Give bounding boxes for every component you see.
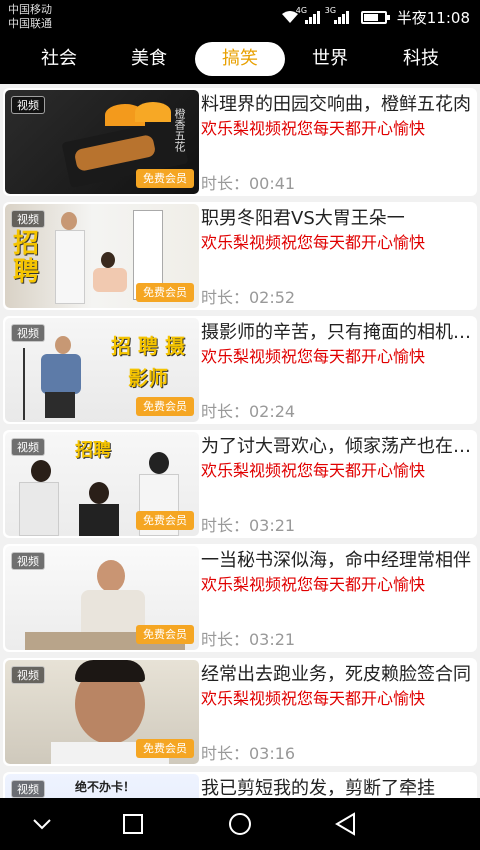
- video-title[interactable]: 为了讨大哥欢心，倾家荡产也在所不惜: [201, 434, 475, 460]
- person-head-shape: [97, 560, 125, 592]
- free-member-badge: 免费会员: [136, 169, 194, 188]
- video-duration: 时长：03:16: [201, 744, 296, 763]
- video-title[interactable]: 我已剪短我的发，剪断了牵挂: [201, 776, 475, 798]
- tab-society[interactable]: 社会: [14, 42, 104, 76]
- category-tabs: 社会 美食 搞笑 世界 科技: [0, 34, 480, 84]
- video-thumbnail[interactable]: 招聘 视频 免费会员: [5, 432, 199, 536]
- video-card[interactable]: 招 聘 摄影师 视频 免费会员 摄影师的辛苦，只有掩面的相机知道 欢乐梨视频祝您…: [3, 316, 477, 424]
- chevron-down-icon[interactable]: [22, 808, 62, 840]
- video-title[interactable]: 一当秘书深似海，命中经理常相伴: [201, 548, 475, 574]
- person-head-shape: [55, 336, 71, 354]
- person-body-shape: [19, 482, 59, 536]
- video-duration: 时长：03:21: [201, 630, 296, 649]
- clock: 半夜11:08: [396, 8, 470, 27]
- hair-shape: [75, 660, 145, 682]
- thumb-caption: 招聘: [13, 229, 40, 287]
- status-icons: 4G 3G 半夜11:08: [281, 6, 470, 27]
- free-member-badge: 免费会员: [136, 283, 194, 302]
- signal-icon-1: 4G: [296, 6, 320, 24]
- video-thumbnail[interactable]: 绝不办卡！ 视频: [5, 774, 199, 798]
- person-legs-shape: [45, 392, 75, 418]
- circle-home-icon[interactable]: [220, 808, 260, 840]
- video-thumbnail[interactable]: 招 聘 摄影师 视频 免费会员: [5, 318, 199, 422]
- battery-icon: [360, 10, 390, 24]
- video-tag: 视频: [11, 324, 45, 342]
- video-list[interactable]: 橙香五花 视频 免费会员 料理界的田园交响曲，橙鲜五花肉 欢乐梨视频祝您每天都开…: [0, 84, 480, 798]
- network-type-2: 3G: [324, 6, 337, 15]
- free-member-badge: 免费会员: [136, 625, 194, 644]
- tab-world[interactable]: 世界: [285, 42, 375, 76]
- person-body-shape: [41, 354, 81, 394]
- video-title[interactable]: 摄影师的辛苦，只有掩面的相机知道: [201, 320, 475, 346]
- carrier-2: 中国联通: [8, 17, 52, 30]
- video-subtitle: 欢乐梨视频祝您每天都开心愉快: [201, 119, 426, 138]
- video-title[interactable]: 料理界的田园交响曲，橙鲜五花肉: [201, 92, 475, 118]
- tab-food[interactable]: 美食: [104, 42, 194, 76]
- video-card[interactable]: 橙香五花 视频 免费会员 料理界的田园交响曲，橙鲜五花肉 欢乐梨视频祝您每天都开…: [3, 88, 477, 196]
- carrier-1: 中国移动: [8, 3, 52, 16]
- person-head-shape: [101, 252, 115, 268]
- video-subtitle: 欢乐梨视频祝您每天都开心愉快: [201, 233, 426, 252]
- status-bar: 中国移动 中国联通 4G 3G 半夜11:08: [0, 0, 480, 34]
- person-head-shape: [89, 482, 109, 504]
- system-nav-bar: [0, 798, 480, 850]
- video-card[interactable]: 招聘 视频 免费会员 职男冬阳君VS大胃王朵一 欢乐梨视频祝您每天都开心愉快 时…: [3, 202, 477, 310]
- free-member-badge: 免费会员: [136, 511, 194, 530]
- person-body-shape: [55, 230, 85, 304]
- video-tag: 视频: [11, 438, 45, 456]
- video-subtitle: 欢乐梨视频祝您每天都开心愉快: [201, 461, 426, 480]
- video-card[interactable]: 视频 免费会员 一当秘书深似海，命中经理常相伴 欢乐梨视频祝您每天都开心愉快 时…: [3, 544, 477, 652]
- video-title[interactable]: 职男冬阳君VS大胃王朵一: [201, 206, 475, 232]
- video-duration: 时长：00:41: [201, 174, 296, 193]
- video-duration: 时长：03:21: [201, 516, 296, 535]
- thumb-caption: 招 聘 摄影师: [111, 334, 185, 390]
- video-subtitle: 欢乐梨视频祝您每天都开心愉快: [201, 575, 426, 594]
- network-type-1: 4G: [295, 6, 308, 15]
- video-thumbnail[interactable]: 招聘 视频 免费会员: [5, 204, 199, 308]
- free-member-badge: 免费会员: [136, 739, 194, 758]
- person-head-shape: [61, 212, 77, 230]
- video-tag: 视频: [11, 780, 45, 798]
- person-head-shape: [31, 460, 51, 482]
- tab-tech[interactable]: 科技: [376, 42, 466, 76]
- video-thumbnail[interactable]: 视频 免费会员: [5, 660, 199, 764]
- video-tag: 视频: [11, 210, 45, 228]
- video-card[interactable]: 视频 免费会员 经常出去跑业务，死皮赖脸签合同 欢乐梨视频祝您每天都开心愉快 时…: [3, 658, 477, 766]
- video-duration: 时长：02:52: [201, 288, 296, 307]
- video-subtitle: 欢乐梨视频祝您每天都开心愉快: [201, 689, 426, 708]
- video-title[interactable]: 经常出去跑业务，死皮赖脸签合同: [201, 662, 475, 688]
- video-thumbnail[interactable]: 视频 免费会员: [5, 546, 199, 650]
- signal-icon-2: 3G: [325, 6, 349, 24]
- video-thumbnail[interactable]: 橙香五花 视频 免费会员: [5, 90, 199, 194]
- video-tag: 视频: [11, 552, 45, 570]
- carrier-info: 中国移动 中国联通: [8, 3, 52, 31]
- person-body-shape: [79, 504, 119, 536]
- video-subtitle: 欢乐梨视频祝您每天都开心愉快: [201, 347, 426, 366]
- thumb-caption: 橙香五花: [173, 108, 186, 152]
- triangle-back-icon[interactable]: [326, 808, 366, 840]
- video-tag: 视频: [11, 96, 45, 114]
- video-card[interactable]: 招聘 视频 免费会员 为了讨大哥欢心，倾家荡产也在所不惜 欢乐梨视频祝您每天都开…: [3, 430, 477, 538]
- light-stand-shape: [23, 348, 25, 420]
- thumb-caption: 招聘: [75, 440, 111, 461]
- person-body-shape: [93, 268, 127, 292]
- free-member-badge: 免费会员: [136, 397, 194, 416]
- square-recent-icon[interactable]: [113, 808, 153, 840]
- video-tag: 视频: [11, 666, 45, 684]
- video-duration: 时长：02:24: [201, 402, 296, 421]
- thumb-caption: 绝不办卡！: [75, 780, 136, 794]
- person-head-shape: [149, 452, 169, 474]
- tab-funny[interactable]: 搞笑: [195, 42, 285, 76]
- video-card[interactable]: 绝不办卡！ 视频 我已剪短我的发，剪断了牵挂: [3, 772, 477, 798]
